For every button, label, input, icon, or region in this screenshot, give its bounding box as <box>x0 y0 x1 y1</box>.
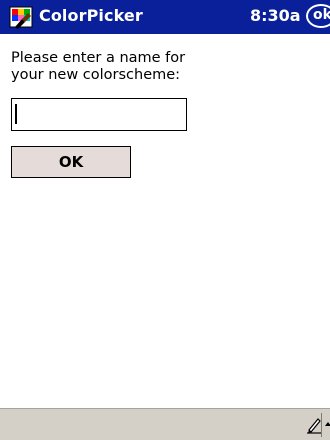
up-arrow-icon[interactable] <box>324 415 330 433</box>
clock[interactable]: 8:30a <box>250 6 301 26</box>
text-caret <box>15 104 17 124</box>
sip-divider <box>321 413 322 437</box>
colorpicker-app-icon[interactable] <box>9 5 33 29</box>
prompt-text: Please enter a name for your new colorsc… <box>11 50 186 83</box>
ok-button[interactable]: OK <box>11 146 131 178</box>
screen: ColorPicker 8:30a ok Please enter a name… <box>0 0 330 440</box>
command-bar <box>0 408 330 440</box>
ok-close-button[interactable]: ok <box>306 4 330 28</box>
title-bar: ColorPicker 8:30a ok <box>0 0 330 34</box>
pen-icon[interactable] <box>306 416 322 434</box>
app-title: ColorPicker <box>39 6 143 25</box>
colorscheme-name-input[interactable] <box>11 98 187 131</box>
